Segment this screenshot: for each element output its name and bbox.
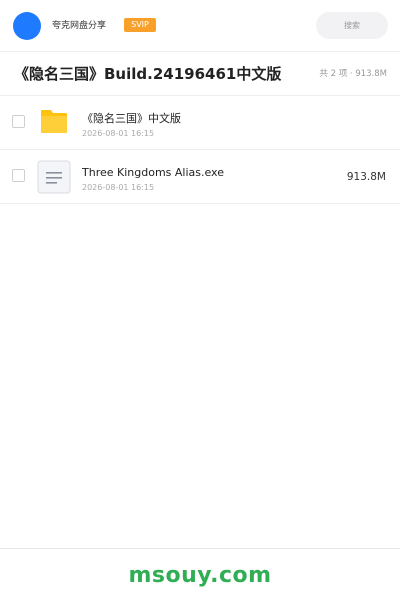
page-title: 《隐名三国》Build.24196461中文版	[14, 65, 282, 83]
sharer-name: 夸克网盘分享	[52, 21, 107, 31]
file-size: 913.8M	[346, 171, 386, 183]
file-date: 2026-08-01 16:15	[82, 183, 155, 192]
file-name: 《隐名三国》中文版	[82, 112, 181, 125]
item-summary: 共 2 项 · 913.8M	[319, 69, 387, 79]
file-date: 2026-08-01 16:15	[82, 129, 155, 138]
file-name: Three Kingdoms Alias.exe	[82, 166, 225, 179]
top-header: 夸克网盘分享 SVIP 搜索	[0, 0, 400, 52]
avatar[interactable]	[13, 12, 41, 40]
svip-badge: SVIP	[124, 18, 156, 32]
watermark-text: msouy.com	[128, 563, 272, 588]
share-page: 夸克网盘分享 SVIP 搜索 《隐名三国》Build.24196461中文版 共…	[0, 0, 400, 600]
select-checkbox[interactable]	[12, 169, 25, 182]
select-checkbox[interactable]	[12, 115, 25, 128]
document-icon	[37, 160, 71, 194]
footer: msouy.com	[0, 548, 400, 600]
list-item[interactable]: Three Kingdoms Alias.exe 2026-08-01 16:1…	[0, 150, 400, 204]
search-input[interactable]: 搜索	[316, 12, 388, 39]
list-item[interactable]: 《隐名三国》中文版 2026-08-01 16:15	[0, 96, 400, 150]
title-bar: 《隐名三国》Build.24196461中文版 共 2 项 · 913.8M	[0, 52, 400, 96]
folder-icon	[41, 110, 67, 133]
